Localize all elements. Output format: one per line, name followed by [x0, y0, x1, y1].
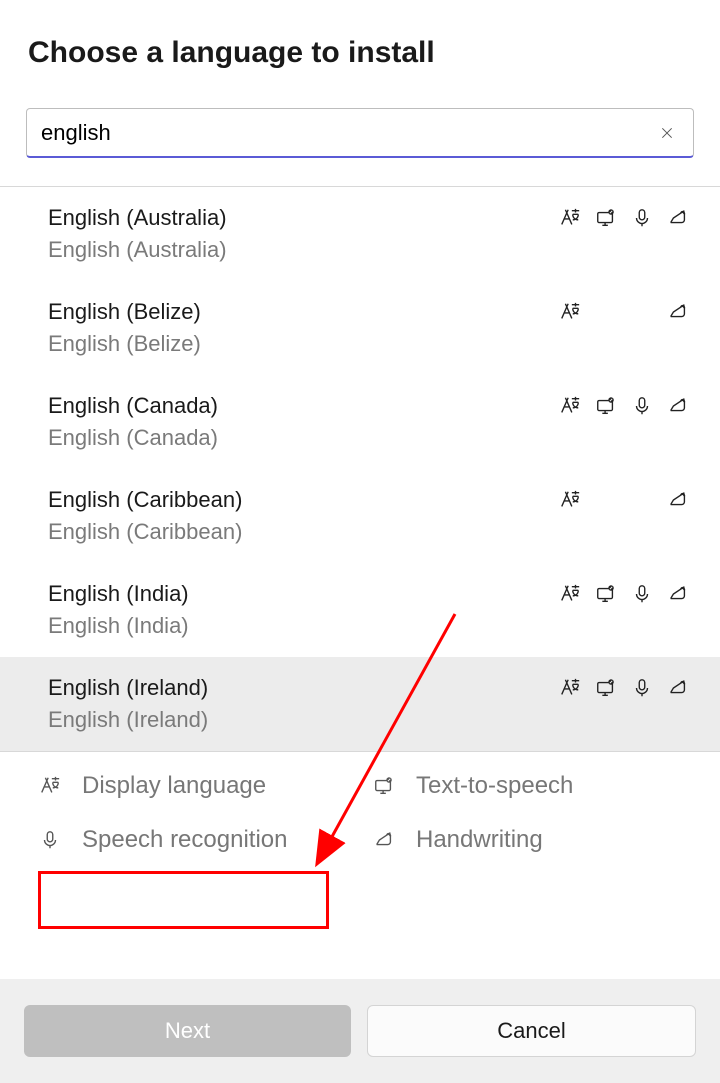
legend-label: Speech recognition	[82, 826, 287, 854]
language-name: English (Caribbean)	[48, 487, 558, 513]
microphone-icon	[630, 206, 654, 230]
handwriting-icon	[666, 582, 690, 606]
legend-label: Display language	[82, 772, 266, 800]
feature-icons	[558, 582, 690, 606]
display-language-icon	[558, 488, 582, 512]
text-to-speech-icon	[594, 676, 618, 700]
handwriting-icon	[666, 206, 690, 230]
legend-area: Display language Text-to-speech Speech r…	[0, 751, 720, 878]
dialog-title: Choose a language to install	[28, 36, 692, 70]
legend-display-language: Display language	[36, 772, 350, 800]
language-row[interactable]: English (Canada) English (Canada)	[0, 375, 720, 469]
display-language-icon	[558, 394, 582, 418]
display-language-icon	[558, 300, 582, 324]
legend-label: Handwriting	[416, 826, 543, 854]
language-native-name: English (Ireland)	[48, 707, 690, 733]
language-row[interactable]: English (Ireland) English (Ireland)	[0, 657, 720, 751]
language-row[interactable]: English (Caribbean) English (Caribbean)	[0, 469, 720, 563]
display-language-icon	[558, 676, 582, 700]
next-button[interactable]: Next	[24, 1005, 351, 1057]
microphone-icon	[630, 582, 654, 606]
feature-icons	[558, 488, 690, 512]
language-native-name: English (Canada)	[48, 425, 690, 451]
legend-speech-recognition: Speech recognition	[36, 826, 350, 854]
language-row[interactable]: English (Australia) English (Australia)	[0, 187, 720, 281]
text-to-speech-icon	[594, 394, 618, 418]
language-row[interactable]: English (Belize) English (Belize)	[0, 281, 720, 375]
handwriting-icon	[666, 394, 690, 418]
language-native-name: English (Belize)	[48, 331, 690, 357]
next-button-label: Next	[165, 1018, 210, 1044]
feature-icons	[558, 300, 690, 324]
legend-label: Text-to-speech	[416, 772, 573, 800]
language-native-name: English (Caribbean)	[48, 519, 690, 545]
legend-handwriting: Handwriting	[370, 826, 684, 854]
language-name: English (Australia)	[48, 205, 558, 231]
cancel-button[interactable]: Cancel	[367, 1005, 696, 1057]
cancel-button-label: Cancel	[497, 1018, 565, 1044]
legend-text-to-speech: Text-to-speech	[370, 772, 684, 800]
feature-icons	[558, 394, 690, 418]
language-list: English (Australia)English (Australia)En…	[0, 187, 720, 751]
display-language-icon	[36, 772, 64, 800]
microphone-icon	[36, 826, 64, 854]
clear-search-icon[interactable]	[655, 121, 679, 145]
handwriting-icon	[666, 676, 690, 700]
text-to-speech-icon	[594, 206, 618, 230]
handwriting-icon	[666, 300, 690, 324]
language-native-name: English (Australia)	[48, 237, 690, 263]
microphone-icon	[630, 676, 654, 700]
language-native-name: English (India)	[48, 613, 690, 639]
annotation-highlight-box	[38, 871, 329, 929]
language-name: English (Canada)	[48, 393, 558, 419]
handwriting-icon	[370, 826, 398, 854]
search-input[interactable]	[27, 109, 655, 156]
display-language-icon	[558, 582, 582, 606]
language-name: English (India)	[48, 581, 558, 607]
language-row[interactable]: English (India) English (India)	[0, 563, 720, 657]
feature-icons	[558, 206, 690, 230]
text-to-speech-icon	[594, 582, 618, 606]
microphone-icon	[630, 394, 654, 418]
language-name: English (Ireland)	[48, 675, 558, 701]
display-language-icon	[558, 206, 582, 230]
feature-icons	[558, 676, 690, 700]
dialog-footer: Next Cancel	[0, 979, 720, 1083]
handwriting-icon	[666, 488, 690, 512]
search-field-container	[26, 108, 694, 158]
language-name: English (Belize)	[48, 299, 558, 325]
text-to-speech-icon	[370, 772, 398, 800]
